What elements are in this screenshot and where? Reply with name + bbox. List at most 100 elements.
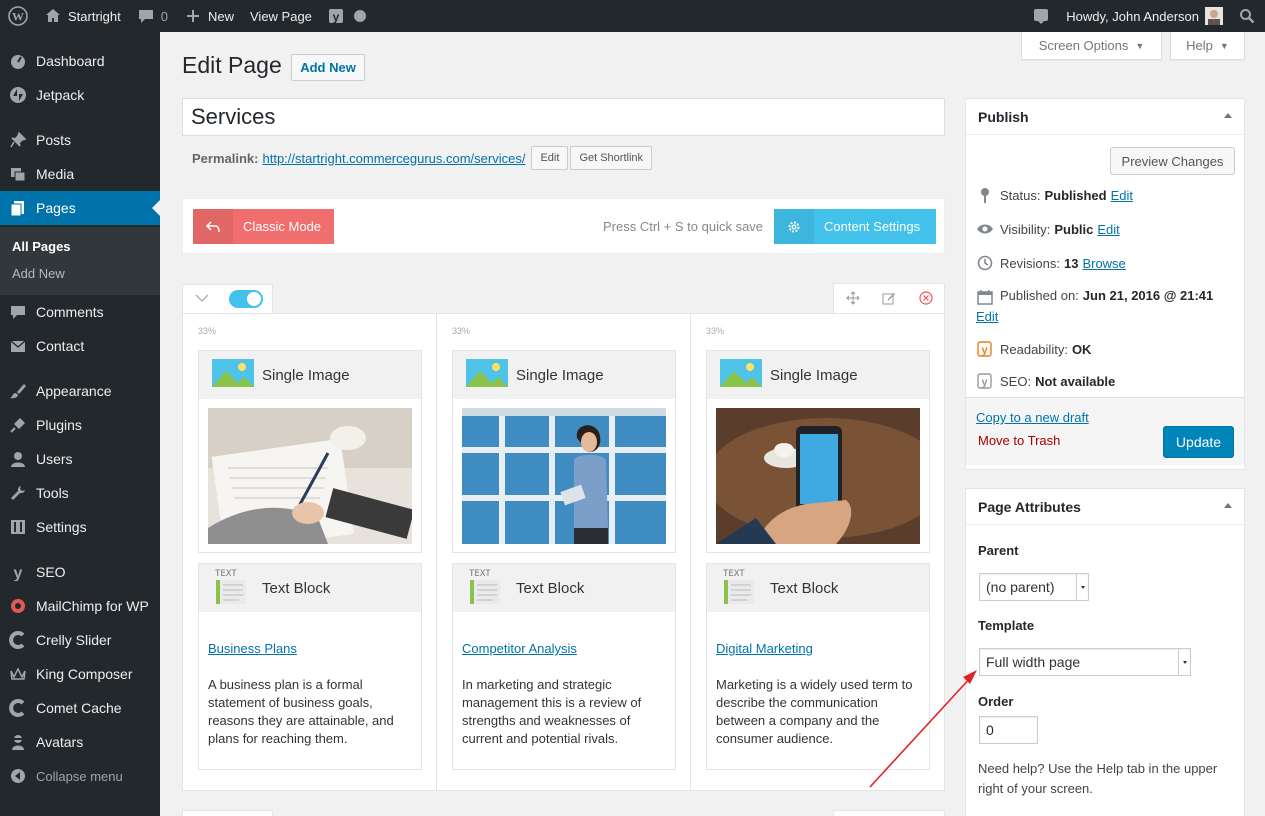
single-image-element[interactable]: Single Image [198, 350, 422, 553]
element-header: TEXT Text Block [199, 564, 421, 612]
copy-to-draft-link[interactable]: Copy to a new draft [976, 410, 1089, 425]
text-block-element[interactable]: TEXT Text Block Business Plans A busines… [198, 563, 422, 770]
sidebar-item-jetpack[interactable]: Jetpack [0, 78, 160, 112]
status-value: Published [1044, 187, 1107, 203]
collapse-arrow-icon[interactable] [1224, 503, 1232, 508]
parent-select-value: (no parent) [986, 579, 1055, 595]
preview-changes-button[interactable]: Preview Changes [1110, 147, 1235, 175]
sidebar-label: Comet Cache [36, 700, 122, 716]
sidebar-item-tools[interactable]: Tools [0, 476, 160, 510]
template-select[interactable]: Full width page [979, 648, 1191, 676]
delete-row-icon[interactable] [919, 291, 933, 308]
sidebar-item-mailchimp[interactable]: MailChimp for WP [0, 589, 160, 623]
element-title: Text Block [262, 579, 331, 597]
collapse-menu-button[interactable]: Collapse menu [0, 759, 160, 793]
content-settings-button[interactable]: Content Settings [774, 209, 936, 244]
site-name-link[interactable]: Startright [36, 0, 129, 32]
readability-label: Readability: [1000, 341, 1068, 357]
get-shortlink-button[interactable]: Get Shortlink [570, 146, 653, 170]
text-block-link[interactable]: Competitor Analysis [462, 641, 577, 656]
column-1: 33% Single Image TEXT Text Block Busines… [183, 314, 436, 790]
submenu-all-pages[interactable]: All Pages [12, 239, 71, 254]
publish-box-header[interactable]: Publish [966, 99, 1244, 135]
publish-box: Publish Preview Changes Status: Publishe… [965, 98, 1245, 470]
notification-icon [1034, 9, 1049, 24]
text-block-link[interactable]: Digital Marketing [716, 641, 813, 656]
sidebar-item-settings[interactable]: Settings [0, 510, 160, 544]
sidebar-item-appearance[interactable]: Appearance [0, 374, 160, 408]
row-controls-left [182, 284, 273, 314]
sidebar-label: Media [36, 166, 75, 182]
move-icon[interactable] [846, 291, 860, 308]
comments-link[interactable]: 0 [129, 0, 176, 32]
update-button[interactable]: Update [1163, 426, 1234, 458]
add-new-page-button[interactable]: Add New [291, 54, 365, 81]
permalink-row: Permalink: http://startright.commercegur… [192, 146, 653, 170]
user-menu[interactable]: Howdy, John Anderson [1058, 0, 1231, 32]
published-value: Jun 21, 2016 @ 21:41 [1082, 288, 1214, 303]
crown-icon [8, 664, 28, 684]
order-input[interactable]: 0 [979, 716, 1038, 744]
sidebar-item-users[interactable]: Users [0, 442, 160, 476]
classic-mode-button[interactable]: Classic Mode [193, 209, 334, 244]
sidebar-item-comments[interactable]: Comments [0, 295, 160, 329]
sidebar-label: Crelly Slider [36, 632, 112, 648]
column-width-label: 33% [198, 326, 217, 336]
yoast-icon: y [8, 562, 28, 582]
help-tab[interactable]: Help ▼ [1170, 32, 1245, 60]
comments-count: 0 [160, 8, 168, 24]
edit-date-link[interactable]: Edit [976, 309, 998, 324]
sidebar-item-media[interactable]: Media [0, 157, 160, 191]
single-image-element[interactable]: Single Image [452, 350, 676, 553]
column-width-label: 33% [452, 326, 471, 336]
collapse-arrow-icon[interactable] [1224, 113, 1232, 118]
sidebar-item-pages[interactable]: Pages [0, 191, 160, 225]
svg-text:y: y [14, 565, 23, 581]
yoast-readability-icon: y [976, 340, 994, 358]
comment-icon [138, 10, 153, 23]
page-attributes-header[interactable]: Page Attributes [966, 489, 1244, 525]
yoast-menu[interactable]: y [320, 0, 374, 32]
single-image-element[interactable]: Single Image [706, 350, 930, 553]
notification-menu[interactable] [1024, 0, 1058, 32]
published-label: Published on: [1000, 288, 1079, 303]
permalink-url[interactable]: http://startright.commercegurus.com/serv… [262, 151, 525, 166]
sidebar-item-contact[interactable]: Contact [0, 329, 160, 363]
edit-status-link[interactable]: Edit [1111, 188, 1133, 203]
text-block-body: A business plan is a formal statement of… [208, 677, 394, 746]
sidebar-item-plugins[interactable]: Plugins [0, 408, 160, 442]
sidebar-item-king-composer[interactable]: King Composer [0, 657, 160, 691]
submenu-add-new[interactable]: Add New [12, 266, 65, 281]
sidebar-label: Collapse menu [36, 768, 123, 784]
new-content-link[interactable]: New [176, 0, 242, 32]
permalink-label: Permalink: [192, 150, 259, 166]
move-to-trash-link[interactable]: Move to Trash [978, 433, 1060, 448]
edit-row-icon[interactable] [882, 291, 896, 308]
element-title: Text Block [516, 579, 585, 597]
sidebar-item-seo[interactable]: y SEO [0, 555, 160, 589]
chevron-down-icon[interactable] [195, 292, 209, 307]
text-block-element[interactable]: TEXT Text Block Digital Marketing Market… [706, 563, 930, 770]
text-block-link[interactable]: Business Plans [208, 641, 297, 656]
order-label: Order [978, 694, 1014, 709]
row-toggle-switch[interactable] [229, 290, 263, 308]
screen-options-tab[interactable]: Screen Options ▼ [1021, 32, 1162, 60]
edit-visibility-link[interactable]: Edit [1097, 222, 1119, 237]
undo-icon [193, 209, 233, 244]
sidebar-item-crelly-slider[interactable]: Crelly Slider [0, 623, 160, 657]
howdy-text: Howdy, John Anderson [1066, 8, 1199, 24]
title-input[interactable]: Services [182, 98, 945, 136]
sidebar-item-posts[interactable]: Posts [0, 123, 160, 157]
text-block-element[interactable]: TEXT Text Block Competitor Analysis In m… [452, 563, 676, 770]
sidebar-item-comet-cache[interactable]: Comet Cache [0, 691, 160, 725]
parent-select[interactable]: (no parent) [979, 573, 1089, 601]
sidebar-item-dashboard[interactable]: Dashboard [0, 44, 160, 78]
sidebar-item-avatars[interactable]: Avatars [0, 725, 160, 759]
composer-toolbar: Classic Mode Press Ctrl + S to quick sav… [182, 198, 945, 254]
edit-permalink-button[interactable]: Edit [531, 146, 569, 170]
wordpress-logo[interactable]: W [0, 0, 36, 32]
view-page-link[interactable]: View Page [242, 0, 320, 32]
browse-revisions-link[interactable]: Browse [1082, 256, 1125, 271]
wordpress-icon: W [8, 6, 28, 26]
search-toggle[interactable] [1231, 0, 1265, 32]
